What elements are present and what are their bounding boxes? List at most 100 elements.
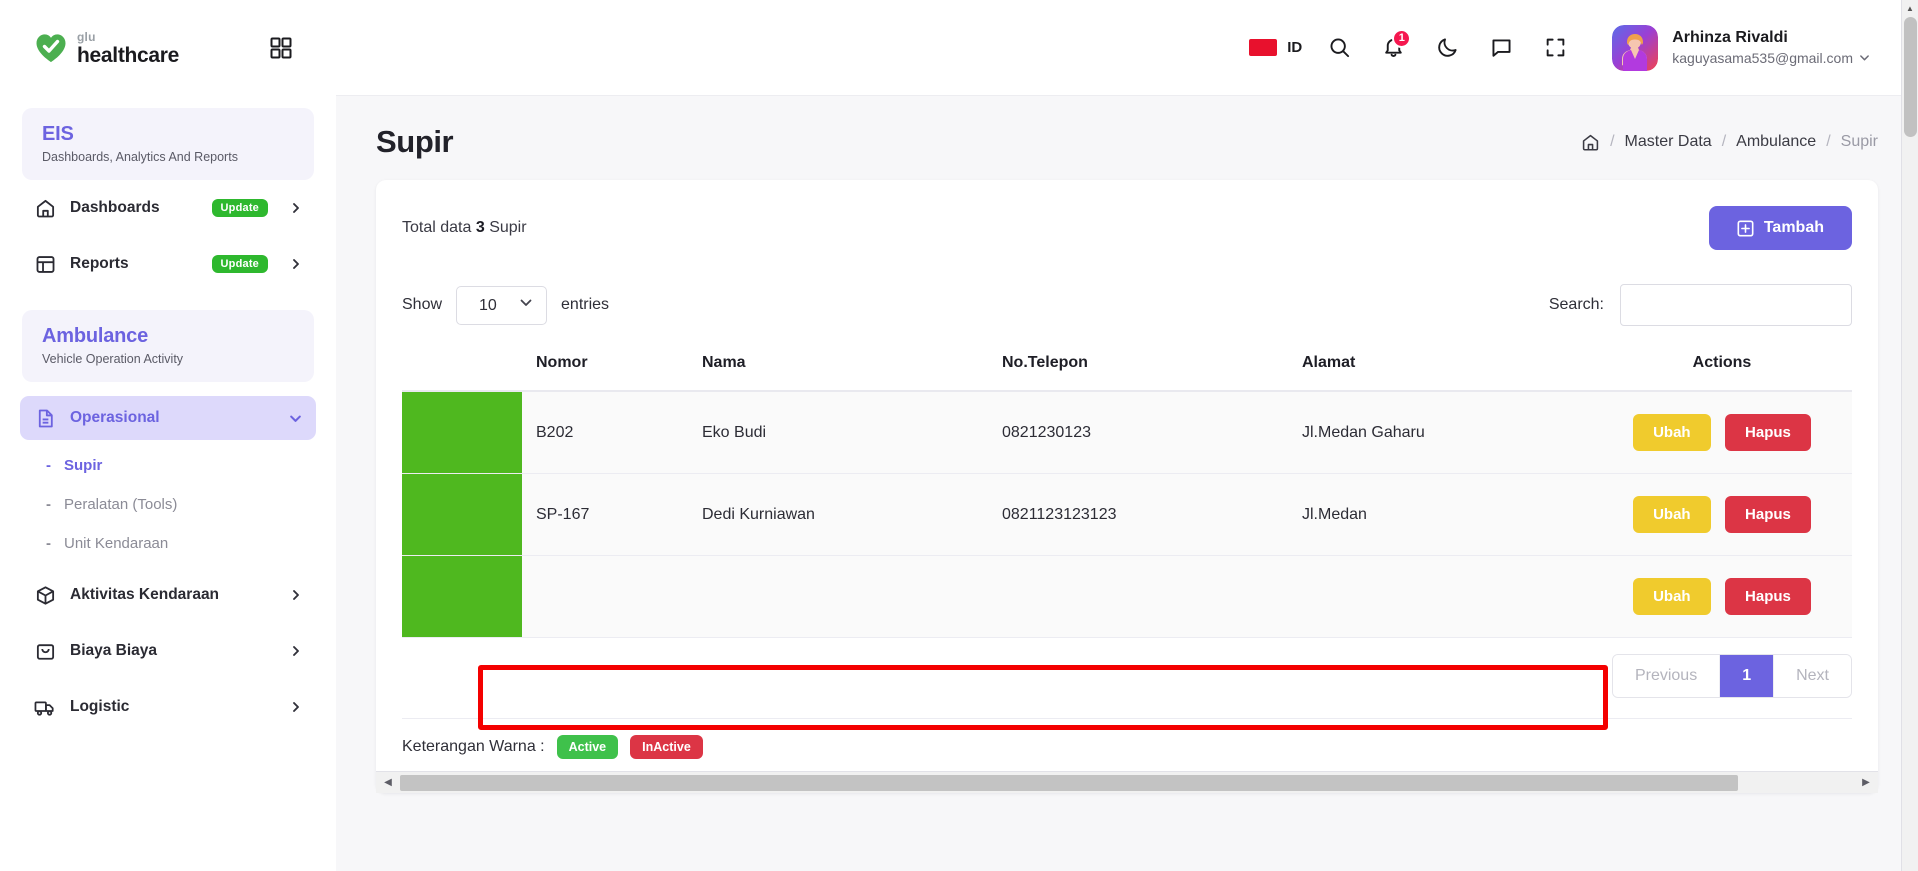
sidebar-subitem-peralatan[interactable]: - Peralatan (Tools) — [20, 487, 316, 522]
color-legend: Keterangan Warna : Active InActive — [402, 718, 1852, 771]
cell-nama: Eko Budi — [692, 391, 992, 474]
sidebar-item-reports[interactable]: Reports Update — [20, 242, 316, 286]
section-card-eis: EIS Dashboards, Analytics And Reports — [22, 108, 314, 180]
indonesia-flag-icon — [1249, 39, 1278, 56]
grid-menu-icon[interactable] — [254, 21, 308, 75]
table-row: B202 Eko Budi 0821230123 Jl.Medan Gaharu… — [402, 391, 1852, 474]
topbar: ID 1 Arhinza Rivaldi kaguyasama535@gmail… — [336, 0, 1918, 96]
brand-logo[interactable]: glu healthcare — [34, 31, 179, 66]
entries-label: entries — [561, 296, 610, 313]
sidebar-item-logistic[interactable]: Logistic — [20, 685, 316, 729]
cell-nomor: SP-167 — [522, 473, 692, 556]
sidebar-item-reports-label: Reports — [70, 255, 129, 272]
cell-nama — [692, 555, 992, 638]
column-nama: Nama — [692, 340, 992, 392]
profile-email: kaguyasama535@gmail.com — [1672, 49, 1853, 66]
status-indicator-active — [402, 391, 522, 474]
sidebar-item-biaya-biaya[interactable]: Biaya Biaya — [20, 629, 316, 673]
table-body: B202 Eko Budi 0821230123 Jl.Medan Gaharu… — [402, 391, 1852, 638]
delete-button[interactable]: Hapus — [1725, 578, 1811, 615]
scroll-up-arrow-icon[interactable]: ▲ — [1902, 0, 1918, 17]
sidebar-item-logistic-label: Logistic — [70, 698, 130, 715]
home-icon — [34, 197, 56, 219]
chevron-down-icon — [289, 412, 302, 425]
scroll-left-arrow-icon[interactable]: ◀ — [376, 777, 400, 788]
table-row: Ubah Hapus — [402, 555, 1852, 638]
edit-button[interactable]: Ubah — [1633, 496, 1711, 533]
section-title-eis: EIS — [42, 123, 74, 145]
sidebar: glu healthcare EIS Dashboards, Analytics… — [0, 0, 336, 871]
search-icon[interactable] — [1312, 21, 1366, 75]
content-card: Total data 3 Supir Tambah Show 10 entrie… — [376, 180, 1878, 793]
user-profile-menu[interactable]: Arhinza Rivaldi kaguyasama535@gmail.com — [1604, 20, 1878, 76]
sidebar-subitem-supir[interactable]: - Supir — [20, 448, 316, 483]
show-label: Show — [402, 296, 443, 313]
box-icon — [34, 584, 56, 606]
pagination-previous[interactable]: Previous — [1612, 655, 1721, 697]
badge-update-dashboards: Update — [211, 199, 268, 217]
sidebar-subitem-unit-kendaraan[interactable]: - Unit Kendaraan — [20, 526, 316, 561]
chevron-right-icon — [290, 701, 302, 713]
bell-icon[interactable]: 1 — [1366, 21, 1420, 75]
sidebar-item-aktivitas-kendaraan[interactable]: Aktivitas Kendaraan — [20, 573, 316, 617]
section-card-ambulance: Ambulance Vehicle Operation Activity — [22, 310, 314, 382]
edit-button[interactable]: Ubah — [1633, 578, 1711, 615]
page-scroll-thumb[interactable] — [1904, 17, 1917, 137]
sidebar-item-dashboards-label: Dashboards — [70, 199, 160, 216]
delete-button[interactable]: Hapus — [1725, 414, 1811, 451]
cell-alamat — [1292, 555, 1592, 638]
cell-actions: Ubah Hapus — [1592, 473, 1852, 556]
breadcrumb-master-data[interactable]: Master Data — [1625, 133, 1712, 151]
cell-actions: Ubah Hapus — [1592, 555, 1852, 638]
show-entries-control: Show 10 25 50 100 entries — [402, 285, 610, 325]
cell-nomor — [522, 555, 692, 638]
sidebar-item-dashboards[interactable]: Dashboards Update — [20, 186, 316, 230]
add-button-label: Tambah — [1763, 219, 1824, 236]
badge-update-reports: Update — [211, 255, 268, 273]
page-scrollbar[interactable]: ▲ — [1901, 0, 1918, 871]
breadcrumb-separator: / — [1721, 133, 1727, 150]
fullscreen-icon[interactable] — [1528, 21, 1582, 75]
status-indicator-active — [402, 473, 522, 556]
column-telepon: No.Telepon — [992, 340, 1292, 392]
horizontal-scrollbar[interactable]: ◀ ▶ — [376, 771, 1878, 793]
card-header: Total data 3 Supir Tambah — [402, 206, 1852, 258]
add-button[interactable]: Tambah — [1708, 206, 1852, 250]
delete-button[interactable]: Hapus — [1725, 496, 1811, 533]
page-size-select[interactable]: 10 25 50 100 — [456, 285, 548, 325]
dash-marker: - — [46, 496, 51, 513]
table-controls: Show 10 25 50 100 entries — [402, 258, 1852, 340]
status-indicator-active — [402, 555, 522, 638]
table-head: Nomor Nama No.Telepon Alamat Actions — [402, 340, 1852, 392]
section-subtitle-eis: Dashboards, Analytics And Reports — [42, 150, 238, 164]
pagination-page-1[interactable]: 1 — [1720, 655, 1775, 697]
cell-telepon — [992, 555, 1292, 638]
scroll-right-arrow-icon[interactable]: ▶ — [1854, 777, 1878, 788]
breadcrumb-ambulance[interactable]: Ambulance — [1736, 133, 1816, 151]
cell-actions: Ubah Hapus — [1592, 391, 1852, 474]
moon-icon[interactable] — [1420, 21, 1474, 75]
section-subtitle-ambulance: Vehicle Operation Activity — [42, 352, 184, 366]
cell-nomor: B202 — [522, 391, 692, 474]
pagination-next[interactable]: Next — [1774, 655, 1851, 697]
search-input[interactable] — [1620, 284, 1852, 326]
breadcrumb-home-icon[interactable] — [1581, 133, 1600, 152]
app-root: glu healthcare EIS Dashboards, Analytics… — [0, 0, 1918, 871]
section-title-ambulance: Ambulance — [42, 325, 149, 347]
brand-small-text: glu — [77, 29, 96, 44]
scroll-thumb[interactable] — [400, 774, 1738, 791]
cell-alamat: Jl.Medan Gaharu — [1292, 391, 1592, 474]
breadcrumb-separator: / — [1610, 133, 1615, 150]
language-selector[interactable]: ID — [1239, 33, 1312, 62]
supir-table: Nomor Nama No.Telepon Alamat Actions B20… — [402, 340, 1852, 638]
page-size-select-wrapper: 10 25 50 100 — [456, 285, 548, 325]
main-content: ID 1 Arhinza Rivaldi kaguyasama535@gmail… — [336, 0, 1918, 871]
sidebar-item-aktivitas-kendaraan-label: Aktivitas Kendaraan — [70, 586, 220, 603]
scroll-track[interactable] — [400, 774, 1854, 791]
edit-button[interactable]: Ubah — [1633, 414, 1711, 451]
column-status — [402, 340, 522, 392]
cell-nama: Dedi Kurniawan — [692, 473, 992, 556]
chat-icon[interactable] — [1474, 21, 1528, 75]
pagination: Previous 1 Next — [1611, 654, 1852, 698]
sidebar-item-operasional[interactable]: Operasional — [20, 396, 316, 440]
